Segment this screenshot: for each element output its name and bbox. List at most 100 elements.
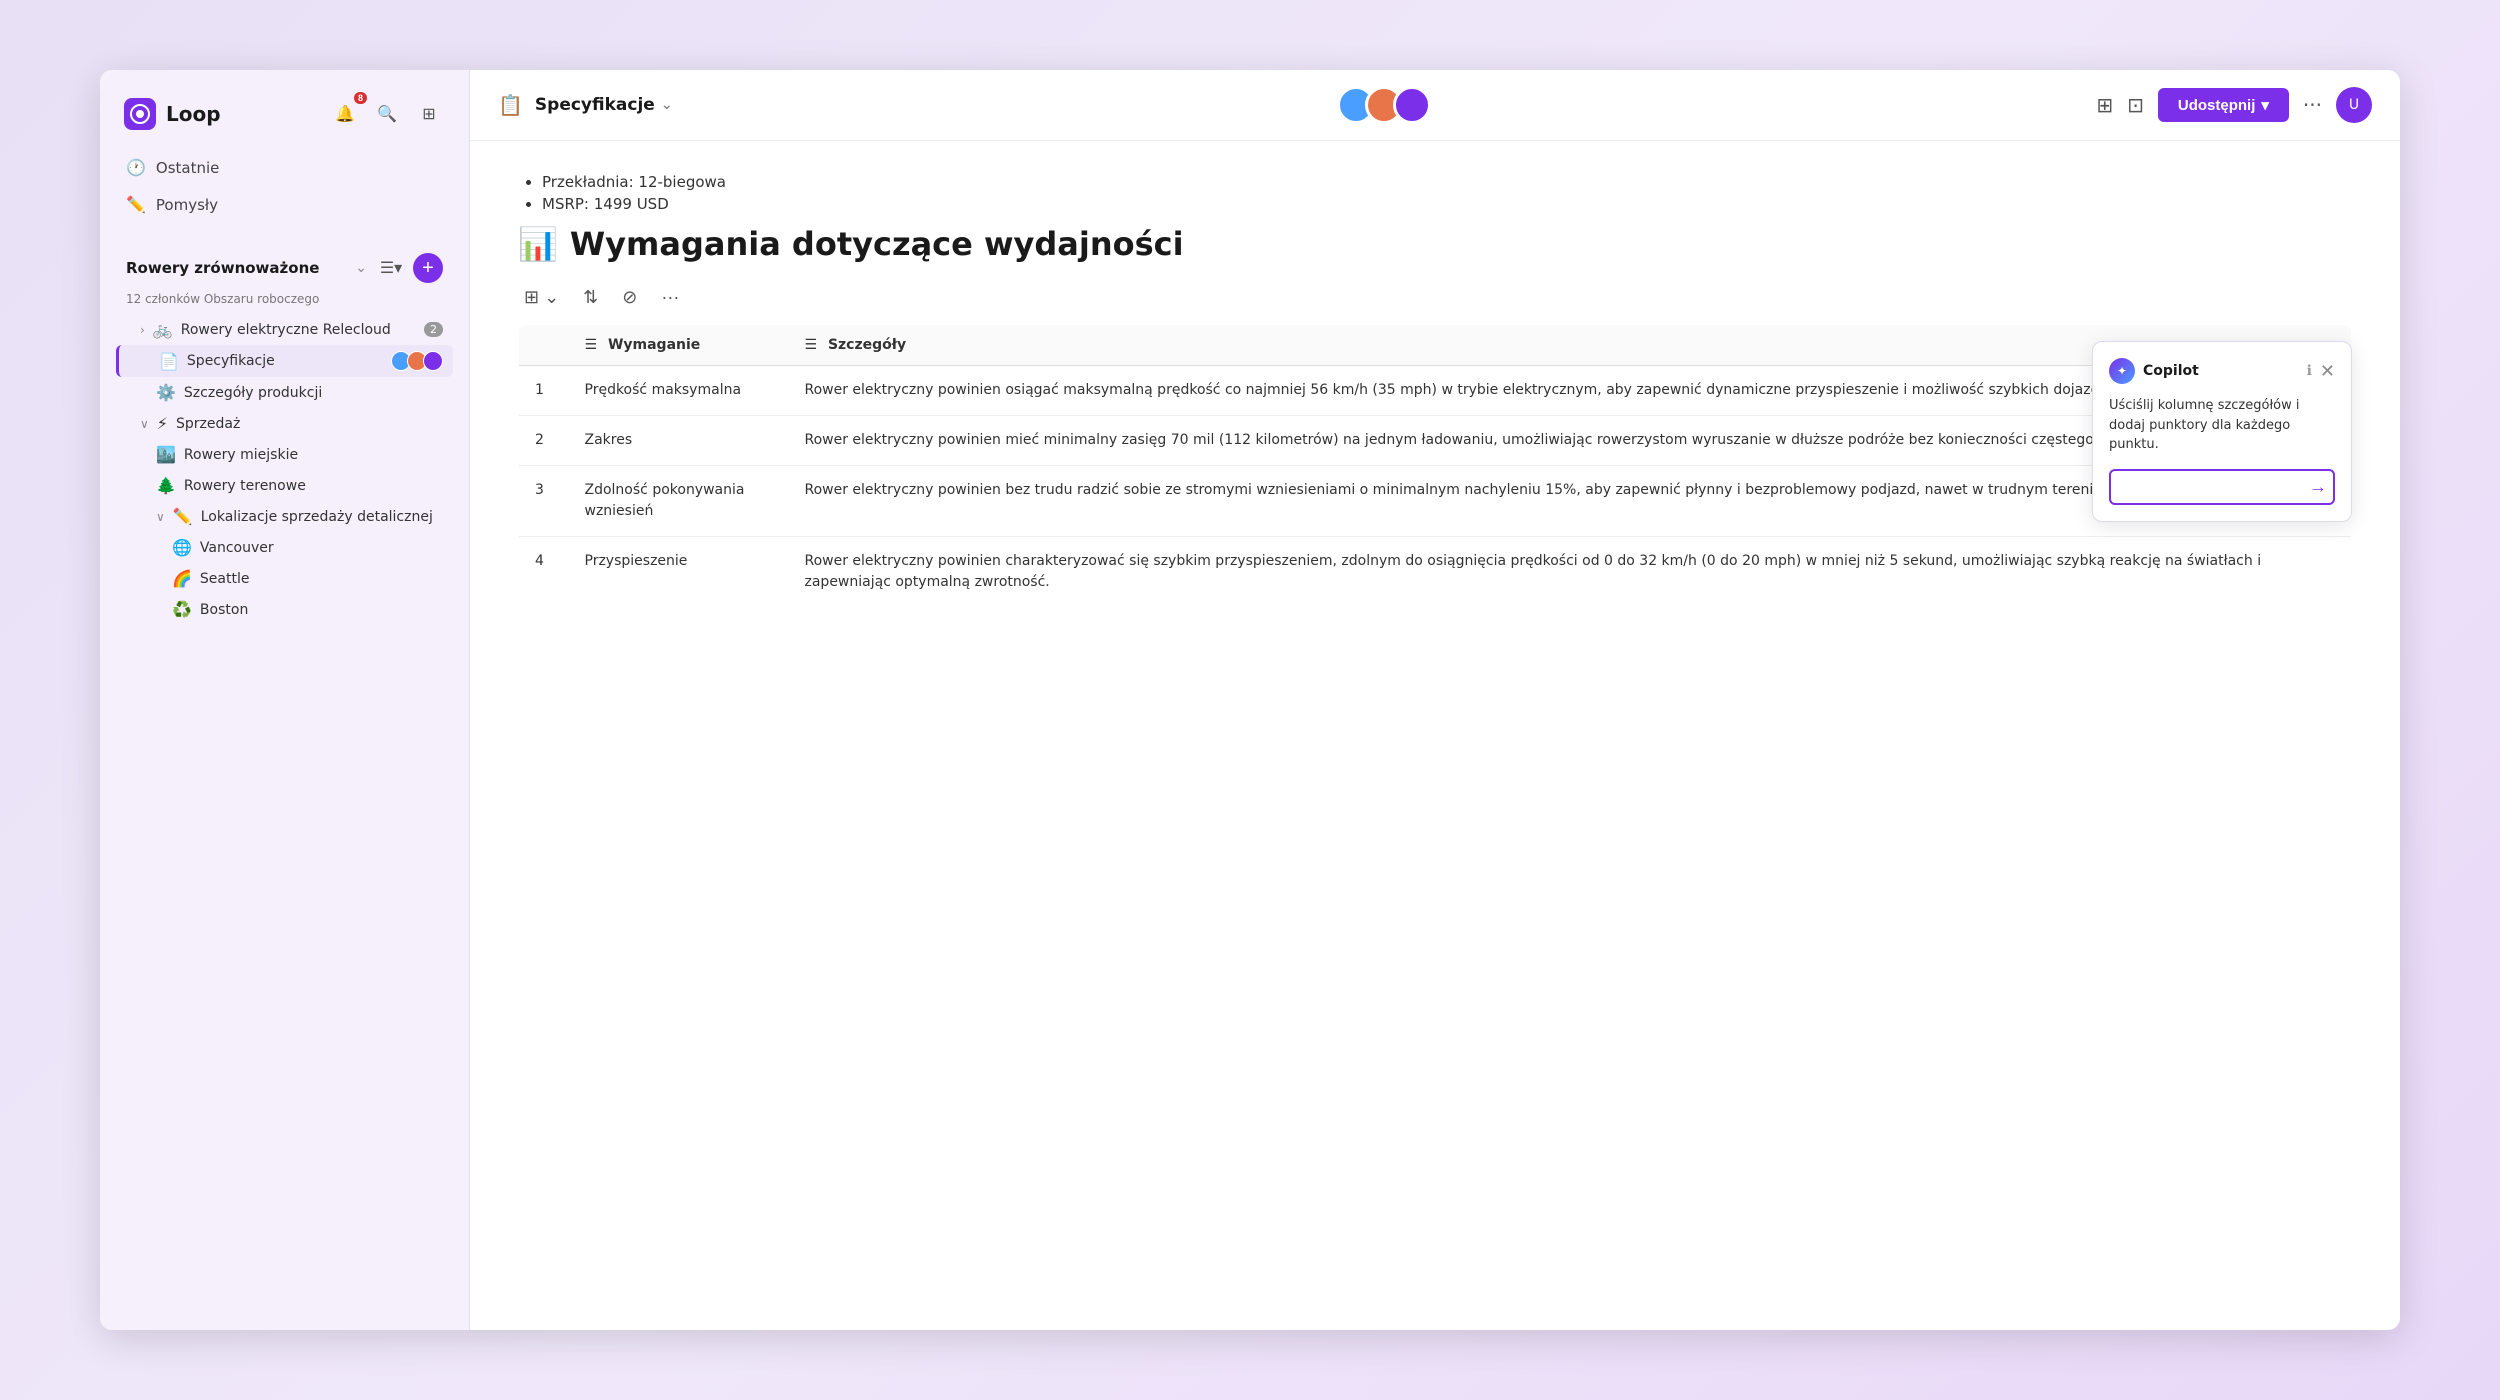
chevron-down-icon-sprzedaz: ∨ [140, 417, 149, 431]
sidebar-nav: 🕐 Ostatnie ✏️ Pomysły [100, 146, 469, 234]
table-row: 3 Zdolność pokonywania wzniesień Rower e… [519, 466, 2352, 537]
copilot-panel: ✦ Copilot ℹ ✕ Uściślij kolumnę szczegółó… [2092, 341, 2352, 522]
view-toggle-button[interactable]: ⊞ ⌄ [518, 283, 565, 312]
app-window: Loop 🔔 🔍 ⊞ 🕐 Ostatnie ✏️ Pomysły Rowery … [100, 70, 2400, 1330]
bike-icon: 🚲 [153, 320, 173, 339]
copilot-close-button[interactable]: ✕ [2320, 361, 2335, 382]
copilot-input-wrapper: → [2109, 469, 2335, 505]
layout-button[interactable]: ⊞ [413, 98, 445, 130]
document-icon: 📄 [159, 352, 179, 371]
more-table-button[interactable]: ··· [655, 283, 685, 312]
collab-avatar-3 [1393, 86, 1431, 124]
sidebar-item-ostatnie[interactable]: 🕐 Ostatnie [112, 150, 457, 185]
nav-label-pomysly: Pomysły [156, 196, 218, 214]
collab-avatars-top [1337, 86, 1431, 124]
edit-icon: ✏️ [126, 195, 146, 214]
copilot-send-button[interactable]: → [2309, 476, 2327, 497]
copilot-input[interactable] [2109, 469, 2335, 505]
bullet-2: MSRP: 1499 USD [542, 195, 2352, 213]
tree-icon-img: 🌲 [156, 476, 176, 495]
cell-num-2: 3 [519, 466, 569, 537]
sidebar-section: Rowery zrównoważone ⌄ ☰▾ + 12 członków O… [100, 234, 469, 625]
sidebar-item-szczegoly-produkcji[interactable]: ⚙️ Szczegóły produkcji [116, 377, 453, 408]
chevron-right-icon: › [140, 323, 145, 337]
tree-label-seattle: Seattle [200, 571, 250, 587]
add-button[interactable]: + [413, 253, 443, 283]
workspace-header: Rowery zrównoważone ⌄ ☰▾ + [116, 246, 453, 290]
sort-button[interactable]: ⇅ [577, 283, 604, 312]
cell-req-1: Zakres [569, 416, 789, 466]
more-options-icon[interactable]: ··· [2303, 93, 2322, 117]
table-toolbar: ⊞ ⌄ ⇅ ⊘ ··· [518, 283, 2352, 312]
chevron-down-icon-lokalizacje: ∨ [156, 510, 165, 524]
table-header-row: ☰ Wymaganie ☰ Szczegóły [519, 325, 2352, 366]
tree-label-specyfikacje: Specyfikacje [187, 353, 275, 369]
sidebar-item-rowery-elektryczne[interactable]: › 🚲 Rowery elektryczne Relecloud 2 [116, 314, 453, 345]
sidebar-item-sprzedaz[interactable]: ∨ ⚡ Sprzedaż [116, 408, 453, 439]
col-icon-wymaganie: ☰ [585, 337, 598, 353]
copilot-info-icon: ℹ [2307, 363, 2312, 379]
filter-button[interactable]: ⊘ [616, 283, 643, 312]
table-header-num [519, 325, 569, 366]
sidebar-item-seattle[interactable]: 🌈 Seattle [116, 563, 453, 594]
sidebar-item-specyfikacje[interactable]: 📄 Specyfikacje [116, 345, 453, 377]
table-row: 1 Prędkość maksymalna Rower elektryczny … [519, 366, 2352, 416]
share-label: Udostępnij [2178, 97, 2256, 114]
sidebar-item-vancouver[interactable]: 🌐 Vancouver [116, 532, 453, 563]
search-button[interactable]: 🔍 [371, 98, 403, 130]
list-options-button[interactable]: ☰▾ [375, 252, 407, 284]
cell-num-0: 1 [519, 366, 569, 416]
grid-icon[interactable]: ⊞ [2096, 93, 2113, 117]
topbar: 📋 Specyfikacje ⌄ ⊞ ⊡ Udostępnij ▾ ··· U [470, 70, 2400, 141]
avatar-3 [423, 351, 443, 371]
collab-avatars [395, 351, 443, 371]
tree-label-szczegoly-produkcji: Szczegóły produkcji [184, 385, 322, 401]
tree-label-lokalizacje: Lokalizacje sprzedaży detalicznej [201, 509, 433, 525]
notifications-button[interactable]: 🔔 [329, 98, 361, 130]
app-title: Loop [166, 102, 221, 126]
sidebar-header: Loop 🔔 🔍 ⊞ [100, 70, 469, 146]
table-row: 4 Przyspieszenie Rower elektryczny powin… [519, 537, 2352, 608]
table-row: 2 Zakres Rower elektryczny powinien mieć… [519, 416, 2352, 466]
tree-label-rowery-terenowe: Rowery terenowe [184, 478, 306, 494]
clock-icon: 🕐 [126, 158, 146, 177]
sidebar-header-icons: 🔔 🔍 ⊞ [329, 98, 445, 130]
cell-num-1: 2 [519, 416, 569, 466]
section-heading: 📊 Wymagania dotyczące wydajności [518, 225, 2352, 263]
cell-req-0: Prędkość maksymalna [569, 366, 789, 416]
tree-label-rowery-miejskie: Rowery miejskie [184, 447, 298, 463]
doc-bullets: Przekładnia: 12-biegowa MSRP: 1499 USD [518, 173, 2352, 213]
sidebar-item-lokalizacje[interactable]: ∨ ✏️ Lokalizacje sprzedaży detalicznej [116, 501, 453, 532]
copilot-header: ✦ Copilot ℹ ✕ [2109, 358, 2335, 384]
sidebar-item-rowery-miejskie[interactable]: 🏙️ Rowery miejskie [116, 439, 453, 470]
workspace-subtitle: 12 członków Obszaru roboczego [116, 292, 453, 314]
topbar-right: ⊞ ⊡ Udostępnij ▾ ··· U [2096, 87, 2372, 123]
chevron-down-icon: ⌄ [355, 260, 367, 276]
sidebar-item-pomysly[interactable]: ✏️ Pomysły [112, 187, 457, 222]
main-content: 📋 Specyfikacje ⌄ ⊞ ⊡ Udostępnij ▾ ··· U [470, 70, 2400, 1330]
tree-label-sprzedaz: Sprzedaż [176, 416, 240, 432]
page-title-chevron: ⌄ [661, 97, 673, 113]
page-icon: 📋 [498, 93, 523, 117]
loop-logo [124, 98, 156, 130]
cell-num-3: 4 [519, 537, 569, 608]
workspace-title: Rowery zrównoważone [126, 259, 347, 277]
table-header-wymaganie: ☰ Wymaganie [569, 325, 789, 366]
bullet-1: Przekładnia: 12-biegowa [542, 173, 2352, 191]
gear-icon: ⚙️ [156, 383, 176, 402]
user-avatar[interactable]: U [2336, 87, 2372, 123]
copilot-title: Copilot [2143, 363, 2299, 379]
col-icon-szczegoly: ☰ [805, 337, 818, 353]
heading-text: Wymagania dotyczące wydajności [570, 225, 1184, 263]
sidebar-item-boston[interactable]: ♻️ Boston [116, 594, 453, 625]
sidebar-item-rowery-terenowe[interactable]: 🌲 Rowery terenowe [116, 470, 453, 501]
city-icon: 🏙️ [156, 445, 176, 464]
share-button[interactable]: Udostępnij ▾ [2158, 88, 2289, 122]
cell-req-2: Zdolność pokonywania wzniesień [569, 466, 789, 537]
page-title-bar[interactable]: Specyfikacje ⌄ [535, 95, 673, 115]
window-icon[interactable]: ⊡ [2127, 93, 2144, 117]
tree-label-boston: Boston [200, 602, 248, 618]
nav-label-ostatnie: Ostatnie [156, 159, 219, 177]
lightning-icon: ⚡ [157, 414, 168, 433]
page-title: Specyfikacje [535, 95, 655, 115]
